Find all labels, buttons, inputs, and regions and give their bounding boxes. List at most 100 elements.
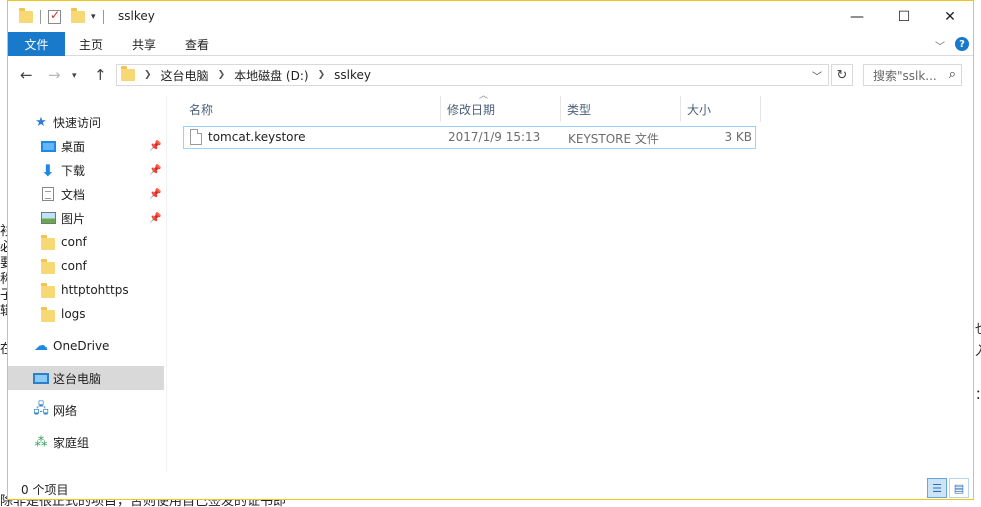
details-view-icon: ☰: [932, 481, 942, 495]
breadcrumb-separator-icon[interactable]: ❯: [144, 70, 152, 80]
homegroup-icon: ⁂: [34, 434, 48, 450]
nav-item-pictures[interactable]: 图片 📌: [8, 206, 164, 230]
pin-icon[interactable]: 📌: [149, 189, 161, 200]
tab-view[interactable]: 查看: [185, 32, 209, 56]
expand-ribbon-icon[interactable]: ﹀: [935, 38, 945, 53]
new-folder-icon[interactable]: [71, 8, 85, 23]
maximize-button[interactable]: ☐: [881, 1, 927, 32]
pin-icon[interactable]: 📌: [149, 141, 161, 152]
minimize-button[interactable]: —: [834, 1, 880, 32]
address-dropdown-icon[interactable]: ﹀: [812, 68, 822, 83]
column-header-size[interactable]: 大小: [681, 96, 761, 122]
navigation-pane: ★ 快速访问 桌面 📌 ⬇ 下载 📌 文档 📌 图片 📌 conf conf h…: [8, 96, 166, 472]
bg-text-fragment: ：: [975, 388, 981, 404]
back-icon[interactable]: ←: [20, 66, 33, 84]
breadcrumb-this-pc[interactable]: 这台电脑: [161, 67, 209, 84]
nav-item-downloads[interactable]: ⬇ 下载 📌: [8, 158, 164, 182]
nav-onedrive[interactable]: ☁ OneDrive: [8, 334, 164, 358]
file-explorer-window: ▾ sslkey — ☐ ✕ 文件 主页 共享 查看 ﹀ ? ← → ▾ ↑ ❯…: [7, 0, 974, 500]
nav-item-logs[interactable]: logs: [8, 302, 164, 326]
bg-text-fragment: 也: [975, 322, 981, 338]
nav-this-pc[interactable]: 这台电脑: [8, 366, 164, 390]
nav-item-conf[interactable]: conf: [8, 254, 164, 278]
file-name: tomcat.keystore: [208, 130, 306, 144]
search-placeholder: 搜索"sslk...: [873, 68, 937, 83]
nav-label: 网络: [53, 403, 78, 418]
file-type: KEYSTORE 文件: [568, 132, 659, 146]
file-modified: 2017/1/9 15:13: [448, 130, 541, 144]
star-icon: ★: [35, 114, 47, 130]
breadcrumb-drive[interactable]: 本地磁盘 (D:): [234, 67, 308, 84]
search-input[interactable]: 搜索"sslk... ⌕: [863, 64, 962, 86]
computer-icon: [33, 372, 49, 384]
column-header-type[interactable]: 类型: [561, 96, 681, 122]
folder-icon: [41, 283, 55, 298]
toolbar-divider: [40, 10, 41, 24]
help-icon[interactable]: ?: [955, 37, 969, 51]
pin-icon[interactable]: 📌: [149, 213, 161, 224]
customize-toolbar-icon[interactable]: ▾: [91, 12, 96, 22]
document-icon: [42, 187, 54, 201]
tab-file[interactable]: 文件: [8, 32, 65, 56]
forward-icon[interactable]: →: [48, 66, 61, 84]
folder-icon: [41, 307, 55, 322]
nav-label: 文档: [61, 187, 86, 202]
pin-icon[interactable]: 📌: [149, 165, 161, 176]
ribbon: 文件 主页 共享 查看 ﹀ ?: [8, 32, 973, 56]
nav-label: 这台电脑: [53, 371, 102, 386]
column-header-modified[interactable]: 修改日期: [441, 96, 561, 122]
nav-label: 快速访问: [53, 115, 102, 130]
breadcrumb-separator-icon[interactable]: ❯: [318, 70, 326, 80]
nav-item-desktop[interactable]: 桌面 📌: [8, 134, 164, 158]
status-bar: 0 个项目 ☰ ▤: [8, 475, 973, 500]
toolbar-divider: [102, 10, 104, 24]
nav-label: 下载: [61, 163, 86, 178]
nav-item-documents[interactable]: 文档 📌: [8, 182, 164, 206]
file-icon: [190, 129, 202, 145]
nav-label: conf: [61, 235, 87, 249]
file-row[interactable]: tomcat.keystore 2017/1/9 15:13 KEYSTORE …: [183, 126, 756, 149]
address-bar[interactable]: ❯ 这台电脑 ❯ 本地磁盘 (D:) ❯ sslkey ﹀: [116, 64, 829, 86]
folder-icon: [121, 66, 135, 81]
breadcrumb-current[interactable]: sslkey: [334, 68, 371, 82]
folder-icon: [41, 235, 55, 250]
nav-label: OneDrive: [53, 339, 110, 353]
folder-icon: [41, 259, 55, 274]
address-row: ← → ▾ ↑ ❯ 这台电脑 ❯ 本地磁盘 (D:) ❯ sslkey ﹀ ↻ …: [8, 62, 973, 88]
search-icon: ⌕: [948, 67, 956, 82]
bg-text-fragment: 入: [975, 344, 981, 360]
nav-quick-access[interactable]: ★ 快速访问: [8, 110, 164, 134]
nav-item-httptohttps[interactable]: httptohttps: [8, 278, 164, 302]
desktop-icon: [40, 140, 56, 152]
tab-home[interactable]: 主页: [79, 32, 103, 56]
nav-label: logs: [61, 307, 86, 321]
item-count: 0 个项目: [21, 483, 69, 497]
nav-network[interactable]: 🖧 网络: [8, 398, 164, 422]
up-icon[interactable]: ↑: [94, 66, 107, 84]
nav-homegroup[interactable]: ⁂ 家庭组: [8, 430, 164, 454]
recent-locations-icon[interactable]: ▾: [72, 71, 77, 81]
nav-label: 家庭组: [53, 435, 90, 450]
breadcrumb-separator-icon[interactable]: ❯: [218, 70, 226, 80]
tab-share[interactable]: 共享: [132, 32, 156, 56]
file-size: 3 KB: [724, 130, 752, 144]
window-title: sslkey: [118, 9, 155, 23]
large-icons-view-button[interactable]: ▤: [949, 478, 969, 498]
details-view-button[interactable]: ☰: [927, 478, 947, 498]
large-icons-view-icon: ▤: [953, 481, 965, 495]
properties-icon[interactable]: [48, 8, 61, 24]
nav-item-conf[interactable]: conf: [8, 230, 164, 254]
nav-label: conf: [61, 259, 87, 273]
cloud-icon: ☁: [34, 338, 48, 354]
folder-icon: [19, 8, 33, 23]
nav-label: 图片: [61, 211, 86, 226]
column-header-name[interactable]: 名称: [183, 96, 441, 122]
pane-divider[interactable]: [166, 96, 167, 472]
download-icon: ⬇: [41, 160, 55, 180]
nav-label: 桌面: [61, 139, 86, 154]
refresh-icon: ↻: [836, 67, 848, 83]
refresh-button[interactable]: ↻: [831, 64, 853, 86]
title-bar: ▾ sslkey — ☐ ✕: [8, 1, 973, 32]
close-button[interactable]: ✕: [927, 1, 973, 32]
pictures-icon: [40, 212, 56, 224]
